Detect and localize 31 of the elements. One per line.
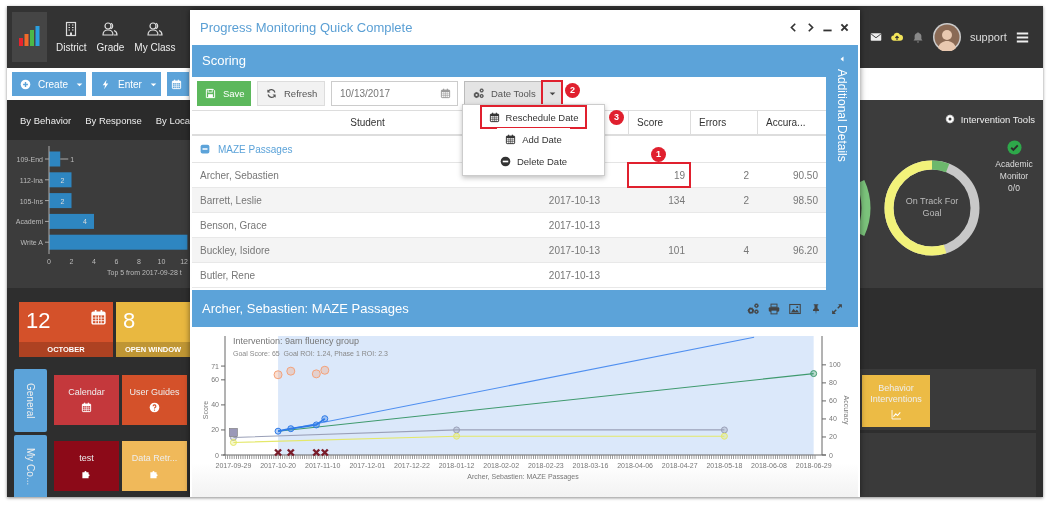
monitor-label: Academic Monitor [994,158,1034,182]
table-cell: 19 [673,169,685,181]
callout-badge: 3 [609,110,624,125]
table-cell: 96.20 [792,244,818,256]
table-cell: 4 [743,244,749,256]
monitor-count: 0/0 [1008,182,1020,194]
table-cell: Archer, Sebastien [200,169,279,181]
table-cell: 2 [743,194,749,206]
tile-number: 8 [123,309,136,333]
table-cell: 2 [743,169,749,181]
callout-badge: 1 [651,147,666,162]
table-cell: 2017-10-13 [548,244,600,256]
table-cell: Buckley, Isidore [200,244,270,256]
table-cell: 2017-10-13 [548,269,600,281]
tile-number: 12 [26,309,51,333]
table-cell: 134 [668,194,685,206]
chart-note: Intervention: 9am fluency group [233,336,360,346]
table-cell: 98.50 [792,194,818,206]
table-cell: 2017-10-13 [548,219,600,231]
group-label: MAZE Passages [218,143,293,155]
donut-label: On Track For Goal [904,195,960,219]
table-cell: 90.50 [792,169,818,181]
panel-header: Scoring [192,45,826,77]
table-cell: Barrett, Leslie [200,194,262,206]
panel-title: Archer, Sebastien: MAZE Passages [202,301,409,316]
callout-badge: 2 [565,83,580,98]
table-cell: 2017-10-13 [548,194,600,206]
table-cell: 101 [668,244,685,256]
table-cell: Butler, Rene [200,269,256,281]
table-cell: Benson, Grace [200,219,267,231]
dialog-title: Progress Monitoring Quick Complete [200,20,413,35]
